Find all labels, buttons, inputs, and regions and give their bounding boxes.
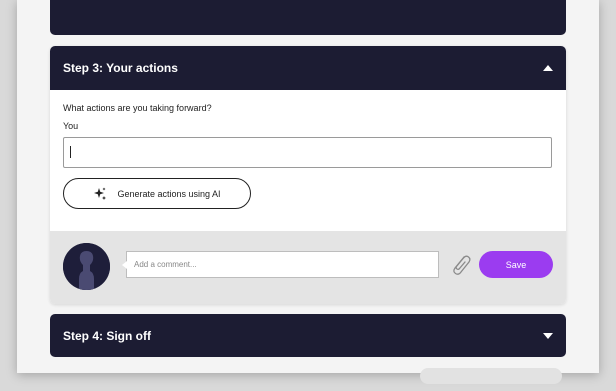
bottom-floating-pill (420, 368, 562, 384)
step-3-header[interactable]: Step 3: Your actions (50, 46, 566, 90)
comment-area: Add a comment... Save (50, 231, 566, 304)
chevron-down-icon[interactable] (543, 332, 553, 339)
text-cursor (70, 146, 71, 158)
sparkle-icon (94, 187, 107, 200)
step-3-title: Step 3: Your actions (63, 61, 178, 75)
step-3-card: Step 3: Your actions What actions are yo… (50, 46, 566, 304)
actions-input[interactable] (63, 137, 552, 168)
actions-question: What actions are you taking forward? (63, 103, 212, 113)
step-4-title: Step 4: Sign off (63, 328, 151, 343)
save-button[interactable]: Save (479, 251, 553, 278)
app-frame: Step 3: Your actions What actions are yo… (17, 0, 599, 373)
previous-step-bar[interactable] (50, 0, 566, 35)
step-4-header[interactable]: Step 4: Sign off (50, 314, 566, 357)
user-silhouette-icon (63, 243, 110, 290)
step-3-body: What actions are you taking forward? You… (50, 90, 566, 231)
generate-actions-button[interactable]: Generate actions using AI (63, 178, 251, 209)
comment-input[interactable]: Add a comment... (122, 251, 439, 278)
generate-actions-label: Generate actions using AI (117, 188, 221, 199)
you-label: You (63, 121, 79, 131)
user-avatar (63, 243, 110, 290)
paperclip-icon[interactable] (448, 251, 472, 279)
chevron-up-icon[interactable] (543, 65, 553, 71)
